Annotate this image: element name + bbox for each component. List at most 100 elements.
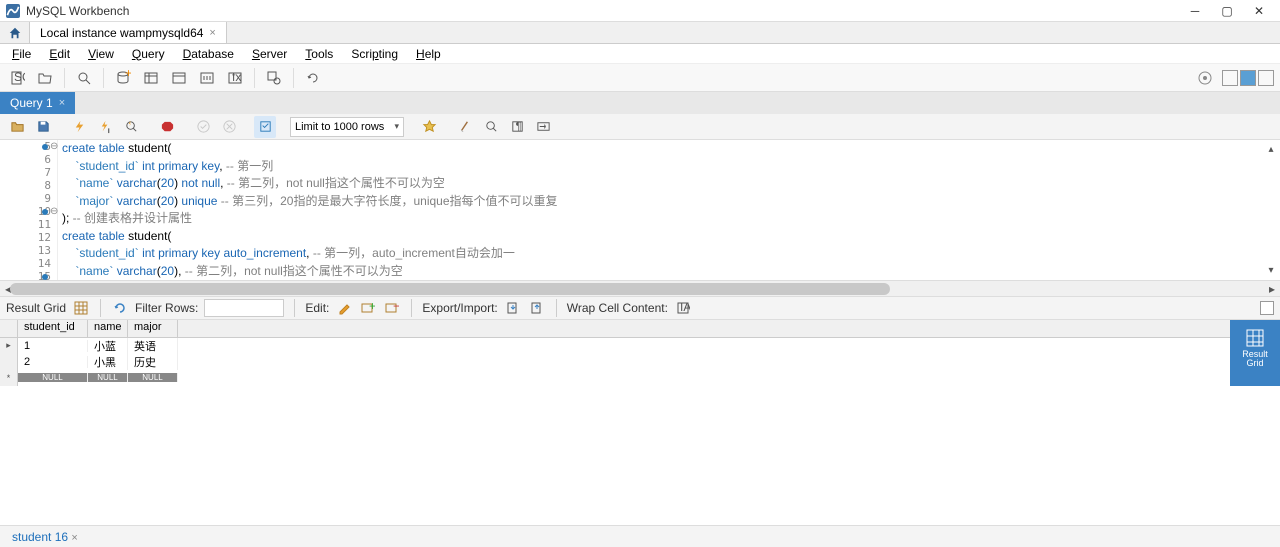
table-row[interactable]: *NULLNULLNULL bbox=[0, 370, 1230, 386]
menu-tools[interactable]: Tools bbox=[297, 45, 341, 63]
stop-button[interactable] bbox=[156, 116, 178, 138]
inspector-button[interactable] bbox=[73, 67, 95, 89]
proc-create-button[interactable] bbox=[196, 67, 218, 89]
execute-current-button[interactable] bbox=[94, 116, 116, 138]
connection-tab[interactable]: Local instance wampmysqld64 × bbox=[30, 22, 227, 43]
panel-collapse-button[interactable] bbox=[1260, 301, 1274, 315]
star-button[interactable] bbox=[418, 116, 440, 138]
result-column-header[interactable]: student_id bbox=[18, 320, 88, 337]
code-line[interactable]: create table student( bbox=[62, 140, 1280, 158]
result-column-header[interactable]: major bbox=[128, 320, 178, 337]
close-icon[interactable]: × bbox=[59, 97, 65, 109]
result-grid-icon-button[interactable] bbox=[72, 299, 90, 317]
result-cell[interactable]: 小黑 bbox=[88, 354, 128, 370]
query-tab[interactable]: Query 1 × bbox=[0, 92, 75, 114]
add-row-button[interactable]: + bbox=[359, 299, 377, 317]
open-sql-button[interactable] bbox=[34, 67, 56, 89]
minimize-button[interactable]: ─ bbox=[1188, 4, 1202, 18]
autocommit-button[interactable] bbox=[254, 116, 276, 138]
status-icon-button[interactable] bbox=[1194, 67, 1216, 89]
result-column-header[interactable]: name bbox=[88, 320, 128, 337]
wrap-cell-button[interactable]: IA bbox=[674, 299, 692, 317]
commit-button[interactable] bbox=[192, 116, 214, 138]
table-create-button[interactable] bbox=[140, 67, 162, 89]
table-row[interactable]: ▸1小蓝英语 bbox=[0, 338, 1230, 354]
filter-input[interactable] bbox=[204, 299, 284, 317]
fold-icon[interactable]: ⊖ bbox=[50, 206, 58, 217]
horizontal-scrollbar[interactable]: ◂ ▸ bbox=[0, 280, 1280, 296]
sql-editor[interactable]: 5⊖678910⊖111213141516171819 create table… bbox=[0, 140, 1280, 280]
reconnect-button[interactable] bbox=[302, 67, 324, 89]
menu-database[interactable]: Database bbox=[175, 45, 242, 63]
menu-view[interactable]: View bbox=[80, 45, 122, 63]
result-cell[interactable]: 1 bbox=[18, 340, 88, 352]
close-icon[interactable]: × bbox=[71, 532, 77, 544]
panel-toggle-right[interactable] bbox=[1258, 70, 1274, 86]
code-line[interactable]: `student_id` int primary key, -- 第一列 bbox=[62, 158, 1280, 176]
panel-toggle-left[interactable] bbox=[1222, 70, 1238, 86]
db-create-button[interactable]: + bbox=[112, 67, 134, 89]
find-button[interactable] bbox=[480, 116, 502, 138]
limit-select[interactable]: Limit to 1000 rows bbox=[290, 117, 404, 137]
explain-button[interactable] bbox=[120, 116, 142, 138]
code-line[interactable]: `name` varchar(20) not null, -- 第二列，not … bbox=[62, 175, 1280, 193]
result-cell[interactable]: 历史 bbox=[128, 354, 178, 370]
beautify-button[interactable] bbox=[454, 116, 476, 138]
result-cell[interactable]: NULL bbox=[128, 373, 178, 382]
menu-help[interactable]: Help bbox=[408, 45, 449, 63]
gutter-line: 6 bbox=[0, 153, 57, 166]
scroll-down-icon[interactable]: ▾ bbox=[1264, 264, 1278, 278]
result-cell[interactable]: 英语 bbox=[128, 338, 178, 354]
panel-toggle-bottom[interactable] bbox=[1240, 70, 1256, 86]
invisibles-button[interactable]: ¶ bbox=[506, 116, 528, 138]
delete-row-button[interactable]: − bbox=[383, 299, 401, 317]
export-button[interactable] bbox=[504, 299, 522, 317]
new-sql-tab-button[interactable]: SQL bbox=[6, 67, 28, 89]
scroll-up-icon[interactable]: ▴ bbox=[1264, 142, 1278, 156]
gutter-line: 11 bbox=[0, 218, 57, 231]
import-button[interactable] bbox=[528, 299, 546, 317]
vertical-scrollbar[interactable]: ▴ ▾ bbox=[1264, 140, 1278, 280]
menu-scripting[interactable]: Scripting bbox=[343, 45, 406, 63]
menu-file[interactable]: File bbox=[4, 45, 39, 63]
row-header[interactable]: * bbox=[0, 370, 18, 386]
scroll-right-icon[interactable]: ▸ bbox=[1264, 281, 1280, 297]
wrap-cell-icon: IA bbox=[676, 301, 690, 315]
edit-button[interactable] bbox=[335, 299, 353, 317]
fold-icon[interactable]: ⊖ bbox=[50, 141, 58, 152]
menu-edit[interactable]: Edit bbox=[41, 45, 78, 63]
view-create-button[interactable] bbox=[168, 67, 190, 89]
row-header[interactable] bbox=[0, 354, 18, 370]
table-row[interactable]: 2小黑历史 bbox=[0, 354, 1230, 370]
code-line[interactable]: `major` varchar(20) unique -- 第三列，20指的是最… bbox=[62, 193, 1280, 211]
code-line[interactable]: `student_id` int primary key auto_increm… bbox=[62, 245, 1280, 263]
menu-server[interactable]: Server bbox=[244, 45, 295, 63]
scrollbar-thumb[interactable] bbox=[10, 283, 890, 295]
bottom-tab-student[interactable]: student 16 × bbox=[6, 528, 84, 546]
code-line[interactable]: create table student( bbox=[62, 228, 1280, 246]
maximize-button[interactable]: ▢ bbox=[1220, 4, 1234, 18]
result-cell[interactable]: NULL bbox=[18, 373, 88, 382]
row-header[interactable]: ▸ bbox=[0, 338, 18, 354]
wrap-button[interactable] bbox=[532, 116, 554, 138]
result-cell[interactable]: 2 bbox=[18, 356, 88, 368]
close-icon[interactable]: × bbox=[209, 27, 215, 39]
rollback-button[interactable] bbox=[218, 116, 240, 138]
result-cell[interactable]: 小蓝 bbox=[88, 338, 128, 354]
code-line[interactable]: `name` varchar(20), -- 第二列，not null指这个属性… bbox=[62, 263, 1280, 280]
close-button[interactable]: ✕ bbox=[1252, 4, 1266, 18]
menu-query[interactable]: Query bbox=[124, 45, 173, 63]
execute-button[interactable] bbox=[68, 116, 90, 138]
func-create-button[interactable]: fx bbox=[224, 67, 246, 89]
code-line[interactable]: ); -- 创建表格并设计属性 bbox=[62, 210, 1280, 228]
open-file-button[interactable] bbox=[6, 116, 28, 138]
gutter-line: 9 bbox=[0, 192, 57, 205]
refresh-button[interactable] bbox=[111, 299, 129, 317]
editor-code-area[interactable]: create table student( `student_id` int p… bbox=[58, 140, 1280, 280]
result-cell[interactable]: NULL bbox=[88, 373, 128, 382]
save-button[interactable] bbox=[32, 116, 54, 138]
home-tab[interactable] bbox=[0, 22, 30, 43]
side-tab-result-grid[interactable]: ResultGrid bbox=[1242, 324, 1268, 374]
result-grid[interactable]: student_idnamemajor ▸1小蓝英语2小黑历史*NULLNULL… bbox=[0, 320, 1230, 386]
search-table-button[interactable] bbox=[263, 67, 285, 89]
